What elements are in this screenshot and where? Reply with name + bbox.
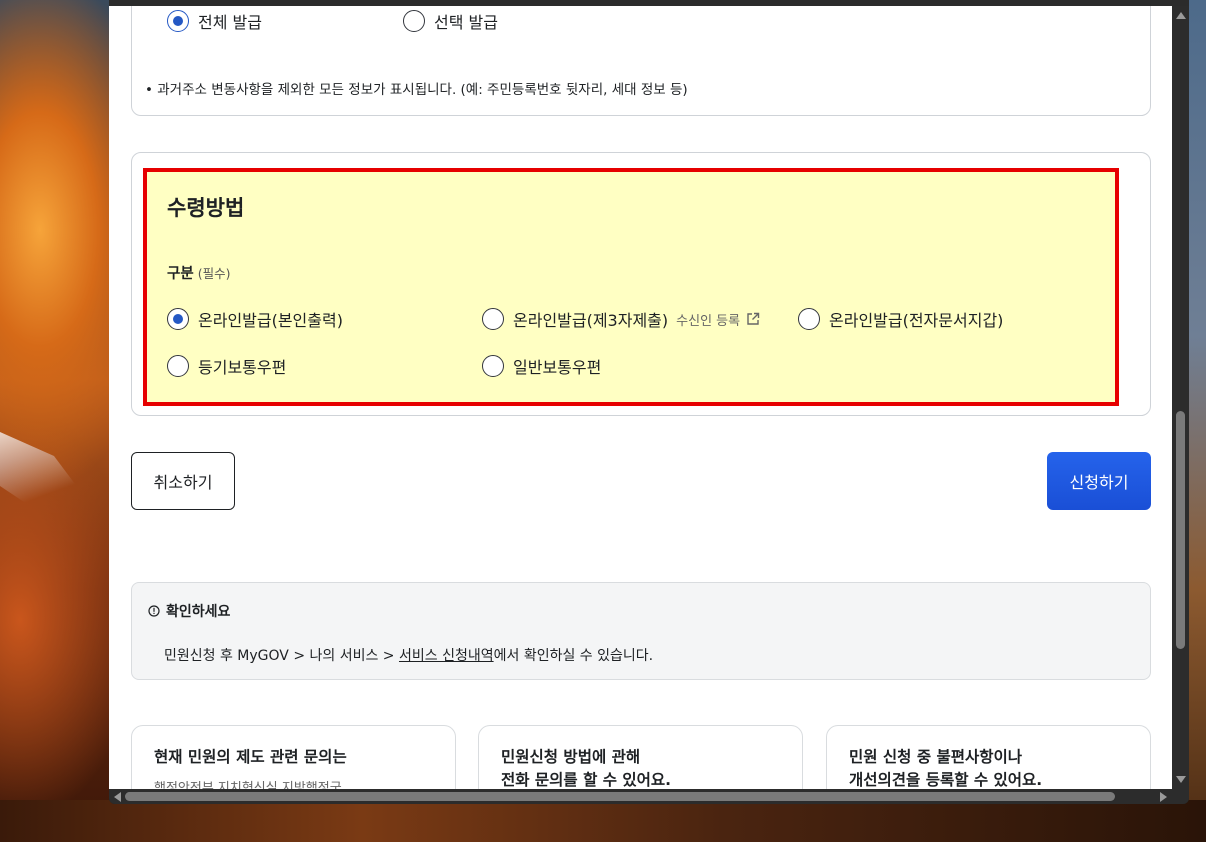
radio-label: 전체 발급 <box>198 13 262 32</box>
scroll-right-arrow-icon[interactable] <box>1160 792 1167 802</box>
cancel-button[interactable]: 취소하기 <box>131 452 235 510</box>
radio-label: 온라인발급(전자문서지갑) <box>829 311 1004 330</box>
issue-scope-note: • 과거주소 변동사항을 제외한 모든 정보가 표시됩니다. (예: 주민등록번… <box>145 82 688 98</box>
exclamation-circle-icon <box>148 605 160 617</box>
radio-unchecked-icon[interactable] <box>798 308 820 330</box>
radio-label: 등기보통우편 <box>198 358 287 377</box>
browser-window: 전체 발급 선택 발급 • 과거주소 변동사항을 제외한 모든 정보가 표시됩니… <box>109 0 1189 804</box>
notice-title-text: 확인하세요 <box>166 604 231 620</box>
radio-option-regular-mail[interactable]: 일반보통우편 <box>482 354 601 378</box>
submit-button[interactable]: 신청하기 <box>1047 452 1151 510</box>
vertical-scroll-thumb[interactable] <box>1176 411 1185 649</box>
section-title: 수령방법 <box>167 196 245 220</box>
recipient-register-link[interactable]: 수신인 등록 <box>676 310 760 329</box>
contact-card-title: 민원신청 방법에 관해 <box>501 748 641 766</box>
radio-label: 선택 발급 <box>434 13 498 32</box>
radio-unchecked-icon[interactable] <box>482 308 504 330</box>
contact-card-policy[interactable]: 현재 민원의 제도 관련 문의는 행정안전부 지치혁신실 지방행정국 <box>131 725 456 789</box>
radio-option-online-self-print[interactable]: 온라인발급(본인출력) <box>167 307 343 331</box>
radio-option-full-issue[interactable]: 전체 발급 <box>167 9 262 33</box>
field-label-text: 구분 <box>167 266 194 282</box>
radio-label: 일반보통우편 <box>513 358 602 377</box>
notice-title: 확인하세요 <box>148 601 230 621</box>
contact-card-title-line2: 개선의견을 등록할 수 있어요. <box>849 771 1043 789</box>
radio-option-online-third-party[interactable]: 온라인발급(제3자제출) 수신인 등록 <box>482 307 760 331</box>
highlight-box <box>143 168 1119 406</box>
radio-label: 온라인발급(본인출력) <box>198 311 343 330</box>
scrollbar-corner <box>1172 789 1189 804</box>
external-link-icon <box>747 312 760 325</box>
contact-card-title: 현재 민원의 제도 관련 문의는 <box>154 748 347 766</box>
horizontal-scrollbar[interactable] <box>109 789 1172 804</box>
issue-scope-card <box>131 6 1151 116</box>
recipient-register-label: 수신인 등록 <box>676 313 741 329</box>
radio-unchecked-icon[interactable] <box>482 355 504 377</box>
vertical-scrollbar[interactable] <box>1172 6 1189 789</box>
contact-card-feedback[interactable]: 민원 신청 중 불편사항이나 개선의견을 등록할 수 있어요. <box>826 725 1151 789</box>
scroll-up-arrow-icon[interactable] <box>1176 12 1186 19</box>
field-label: 구분 (필수) <box>167 262 230 283</box>
page-viewport: 전체 발급 선택 발급 • 과거주소 변동사항을 제외한 모든 정보가 표시됩니… <box>109 6 1172 789</box>
contact-card-phone[interactable]: 민원신청 방법에 관해 전화 문의를 할 수 있어요. <box>478 725 803 789</box>
radio-unchecked-icon[interactable] <box>403 10 425 32</box>
radio-checked-icon[interactable] <box>167 10 189 32</box>
radio-option-registered-mail[interactable]: 등기보통우편 <box>167 354 286 378</box>
wallpaper-bottom <box>0 800 1206 842</box>
notice-box: 확인하세요 민원신청 후 MyGOV > 나의 서비스 > 서비스 신청내역에서… <box>131 582 1151 680</box>
service-history-link[interactable]: 서비스 신청내역 <box>399 648 494 664</box>
radio-option-online-e-wallet[interactable]: 온라인발급(전자문서지갑) <box>798 307 1003 331</box>
notice-text-after: 에서 확인하실 수 있습니다. <box>493 648 654 664</box>
contact-card-sub: 행정안전부 지치혁신실 지방행정국 <box>154 781 342 789</box>
radio-unchecked-icon[interactable] <box>167 355 189 377</box>
contact-card-title-line2: 전화 문의를 할 수 있어요. <box>501 771 672 789</box>
notice-text-before: 민원신청 후 MyGOV > 나의 서비스 > <box>164 648 399 664</box>
horizontal-scroll-thumb[interactable] <box>125 792 1115 801</box>
radio-option-select-issue[interactable]: 선택 발급 <box>403 9 498 33</box>
contact-card-title: 민원 신청 중 불편사항이나 <box>849 748 1023 766</box>
radio-checked-icon[interactable] <box>167 308 189 330</box>
required-mark: (필수) <box>197 266 231 281</box>
scroll-left-arrow-icon[interactable] <box>114 792 121 802</box>
notice-text: 민원신청 후 MyGOV > 나의 서비스 > 서비스 신청내역에서 확인하실 … <box>164 645 653 665</box>
scroll-down-arrow-icon[interactable] <box>1176 776 1186 783</box>
radio-label: 온라인발급(제3자제출) <box>513 311 669 330</box>
